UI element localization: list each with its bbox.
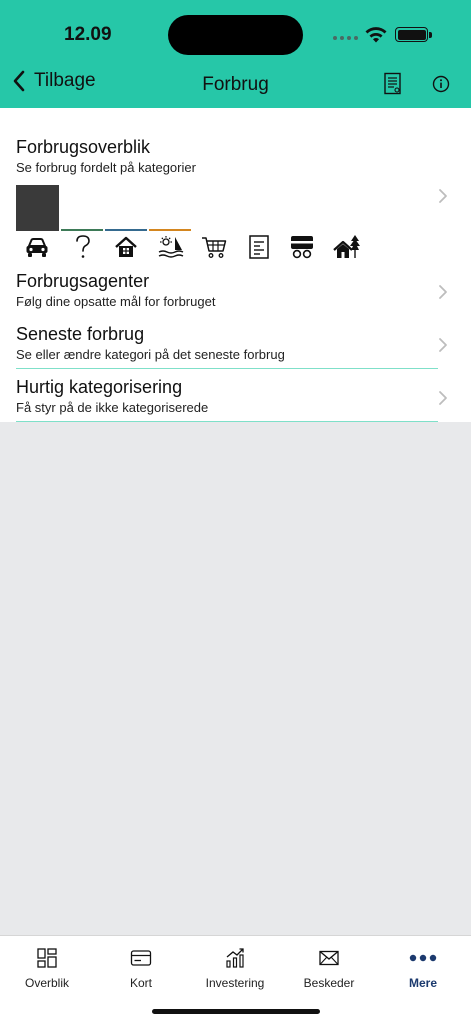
header: 12.09 Tilbage Forbrug	[0, 0, 471, 108]
category-bar-line	[61, 229, 103, 231]
leisure-icon	[156, 232, 186, 262]
envelope-icon	[319, 950, 339, 966]
back-label: Tilbage	[34, 70, 96, 91]
wifi-icon	[365, 27, 387, 43]
card-icon	[130, 950, 152, 966]
row-subtitle: Se eller ændre kategori på det seneste f…	[16, 347, 285, 362]
battery-icon	[395, 27, 428, 42]
chevron-left-icon	[13, 70, 25, 92]
row-forbrugsagenter[interactable]: Forbrugsagenter Følg dine opsatte mål fo…	[16, 270, 447, 314]
divider	[16, 368, 438, 369]
row-subtitle: Se forbrug fordelt på kategorier	[16, 160, 196, 175]
chevron-right-icon	[439, 189, 447, 203]
category-bar-chart	[16, 185, 346, 233]
row-subtitle: Følg dine opsatte mål for forbruget	[16, 294, 216, 309]
tab-overblik[interactable]: Overblik	[0, 946, 94, 990]
cabin-icon	[332, 232, 362, 262]
vehicle-icon	[287, 232, 317, 262]
category-bar-line	[149, 229, 191, 231]
spending-menu: Forbrugsoverblik Se forbrug fordelt på k…	[0, 108, 471, 422]
tab-label: Beskeder	[303, 976, 355, 990]
divider	[16, 421, 438, 422]
shopping-cart-icon	[199, 232, 229, 262]
row-subtitle: Få styr på de ikke kategoriserede	[16, 400, 209, 415]
more-icon	[409, 954, 437, 962]
chart-icon	[226, 948, 244, 968]
chevron-right-icon	[439, 338, 447, 352]
chevron-right-icon	[439, 391, 447, 405]
home-indicator[interactable]	[152, 1009, 320, 1014]
category-bar-line	[105, 229, 147, 231]
info-icon[interactable]	[432, 75, 450, 93]
tab-label: Kort	[129, 976, 152, 990]
statement-icon[interactable]	[383, 72, 403, 96]
tab-label: Mere	[408, 976, 437, 990]
chevron-right-icon	[439, 285, 447, 299]
house-icon	[111, 232, 141, 262]
row-title: Forbrugsoverblik	[16, 137, 151, 157]
row-hurtig-kategorisering[interactable]: Hurtig kategorisering Få styr på de ikke…	[16, 376, 447, 420]
tab-mere[interactable]: Mere	[376, 946, 470, 990]
status-time: 12.09	[64, 24, 112, 45]
category-bar-block	[16, 185, 59, 231]
back-button[interactable]: Tilbage	[12, 70, 96, 92]
row-title: Seneste forbrug	[16, 324, 145, 344]
grid-icon	[37, 948, 57, 968]
dynamic-island	[168, 15, 303, 55]
tab-label: Investering	[205, 976, 265, 990]
document-icon	[244, 232, 274, 262]
row-title: Hurtig kategorisering	[16, 377, 183, 397]
row-seneste-forbrug[interactable]: Seneste forbrug Se eller ændre kategori …	[16, 323, 447, 367]
cellular-signal-icon	[333, 36, 358, 40]
row-title: Forbrugsagenter	[16, 271, 150, 291]
tab-kort[interactable]: Kort	[94, 946, 188, 990]
tab-label: Overblik	[24, 976, 69, 990]
question-mark-icon	[68, 232, 98, 262]
tab-investering[interactable]: Investering	[188, 946, 282, 990]
car-icon	[22, 232, 52, 262]
tab-beskeder[interactable]: Beskeder	[282, 946, 376, 990]
